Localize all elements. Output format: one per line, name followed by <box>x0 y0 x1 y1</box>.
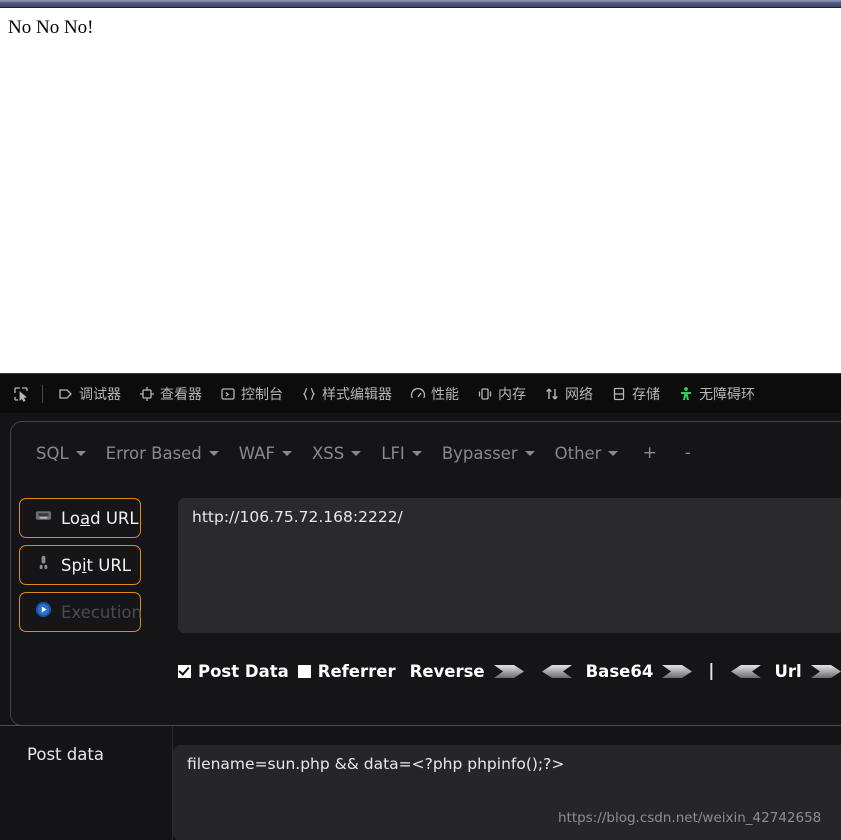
tab-memory[interactable]: 内存 <box>468 380 535 408</box>
tab-accessibility-label: 无障碍环 <box>699 386 755 403</box>
hackbar-panel: SQL Error Based WAF XSS LFI Bypasser Oth… <box>0 413 841 840</box>
tab-storage[interactable]: 存储 <box>602 380 669 408</box>
tab-style-editor-label: 样式编辑器 <box>322 386 392 403</box>
watermark-text: https://blog.csdn.net/weixin_42742658 <box>558 810 822 826</box>
performance-icon <box>410 386 426 402</box>
tab-debugger-label: 调试器 <box>79 386 121 403</box>
section-divider <box>0 725 841 726</box>
tab-performance[interactable]: 性能 <box>401 380 468 408</box>
element-picker-icon[interactable] <box>6 380 36 408</box>
url-input[interactable]: http://106.75.72.168:2222/ <box>178 498 841 633</box>
menu-sql[interactable]: SQL <box>26 440 96 467</box>
reverse-encode-arrow-right-icon[interactable] <box>493 663 526 680</box>
toolbar-separator <box>42 384 43 403</box>
execution-play-icon <box>34 600 53 624</box>
chevron-down-icon <box>411 450 422 456</box>
menu-bypasser-label: Bypasser <box>441 443 518 463</box>
page-body-text: No No No! <box>8 17 94 38</box>
style-editor-icon <box>301 386 317 402</box>
menu-error-based[interactable]: Error Based <box>96 440 229 467</box>
menu-error-based-label: Error Based <box>105 443 202 463</box>
storage-icon <box>611 386 627 402</box>
tab-performance-label: 性能 <box>431 386 459 403</box>
post-data-label: Post data <box>27 745 104 764</box>
hackbar-options-row: Post Data Referrer Reverse Base64 | Url <box>178 661 841 681</box>
menu-lfi-label: LFI <box>381 443 405 463</box>
devtools-toolbar: 调试器 查看器 控制台 样式编辑器 性能 内存 网络 存储 无障碍环 <box>0 373 841 413</box>
tab-console-label: 控制台 <box>241 386 283 403</box>
accessibility-icon <box>678 386 694 402</box>
url-encode-label: Url <box>774 661 802 681</box>
menu-add-button[interactable]: + <box>628 439 670 467</box>
menu-xss[interactable]: XSS <box>302 440 371 467</box>
load-url-button[interactable]: Load URL <box>19 498 141 538</box>
menu-other-label: Other <box>554 443 602 463</box>
post-data-checkbox-label: Post Data <box>198 661 289 681</box>
menu-waf[interactable]: WAF <box>229 440 302 467</box>
execution-button-label: Execution <box>61 602 142 622</box>
console-icon <box>220 386 236 402</box>
url-encode-arrow-right-icon[interactable] <box>810 663 841 680</box>
tab-network[interactable]: 网络 <box>535 380 602 408</box>
spit-url-icon <box>34 554 53 577</box>
tab-style-editor[interactable]: 样式编辑器 <box>292 380 401 408</box>
menu-waf-label: WAF <box>238 443 275 463</box>
options-separator: | <box>708 661 715 681</box>
tab-accessibility[interactable]: 无障碍环 <box>669 380 764 408</box>
chevron-down-icon <box>608 450 619 456</box>
chevron-down-icon <box>75 450 86 456</box>
screenshot-root: No No No! 调试器 查看器 控制台 样式编辑器 性能 内存 网络 存储 … <box>0 0 841 840</box>
chevron-down-icon <box>281 450 292 456</box>
debugger-icon <box>58 386 74 402</box>
tab-memory-label: 内存 <box>498 386 526 403</box>
inspector-icon <box>139 386 155 402</box>
chevron-down-icon <box>351 450 362 456</box>
spit-url-button-label: Spit URL <box>61 555 131 575</box>
menu-other[interactable]: Other <box>545 440 629 467</box>
spit-url-button[interactable]: Spit URL <box>19 545 141 585</box>
menu-bypasser[interactable]: Bypasser <box>432 440 545 467</box>
post-data-checkbox[interactable] <box>178 664 191 678</box>
base64-encode-arrow-right-icon[interactable] <box>662 663 694 680</box>
execution-button[interactable]: Execution <box>19 592 142 632</box>
tab-storage-label: 存储 <box>632 386 660 403</box>
menu-xss-label: XSS <box>311 443 345 463</box>
url-decode-arrow-left-icon[interactable] <box>729 663 761 680</box>
tab-console[interactable]: 控制台 <box>211 380 292 408</box>
tab-inspector[interactable]: 查看器 <box>130 380 211 408</box>
tab-inspector-label: 查看器 <box>160 386 202 403</box>
load-url-button-label: Load URL <box>61 508 139 528</box>
base64-label: Base64 <box>585 661 654 681</box>
tab-network-label: 网络 <box>565 386 593 403</box>
tab-debugger[interactable]: 调试器 <box>49 380 130 408</box>
menu-sql-label: SQL <box>36 443 69 463</box>
referrer-checkbox-label: Referrer <box>317 661 396 681</box>
referrer-checkbox[interactable] <box>297 664 311 678</box>
reverse-label: Reverse <box>409 661 485 681</box>
load-url-icon <box>34 508 53 529</box>
menu-remove-button[interactable]: - <box>671 439 705 467</box>
page-content-area: No No No! <box>0 8 841 373</box>
browser-chrome-strip <box>0 0 841 7</box>
hackbar-action-buttons: Load URL Spit URL Execution <box>19 498 142 632</box>
memory-icon <box>477 386 493 402</box>
chevron-down-icon <box>208 450 219 456</box>
menu-lfi[interactable]: LFI <box>371 440 432 467</box>
chevron-down-icon <box>524 450 535 456</box>
network-icon <box>544 386 560 402</box>
base64-decode-arrow-left-icon[interactable] <box>540 663 572 680</box>
hackbar-menubar: SQL Error Based WAF XSS LFI Bypasser Oth… <box>26 439 705 467</box>
